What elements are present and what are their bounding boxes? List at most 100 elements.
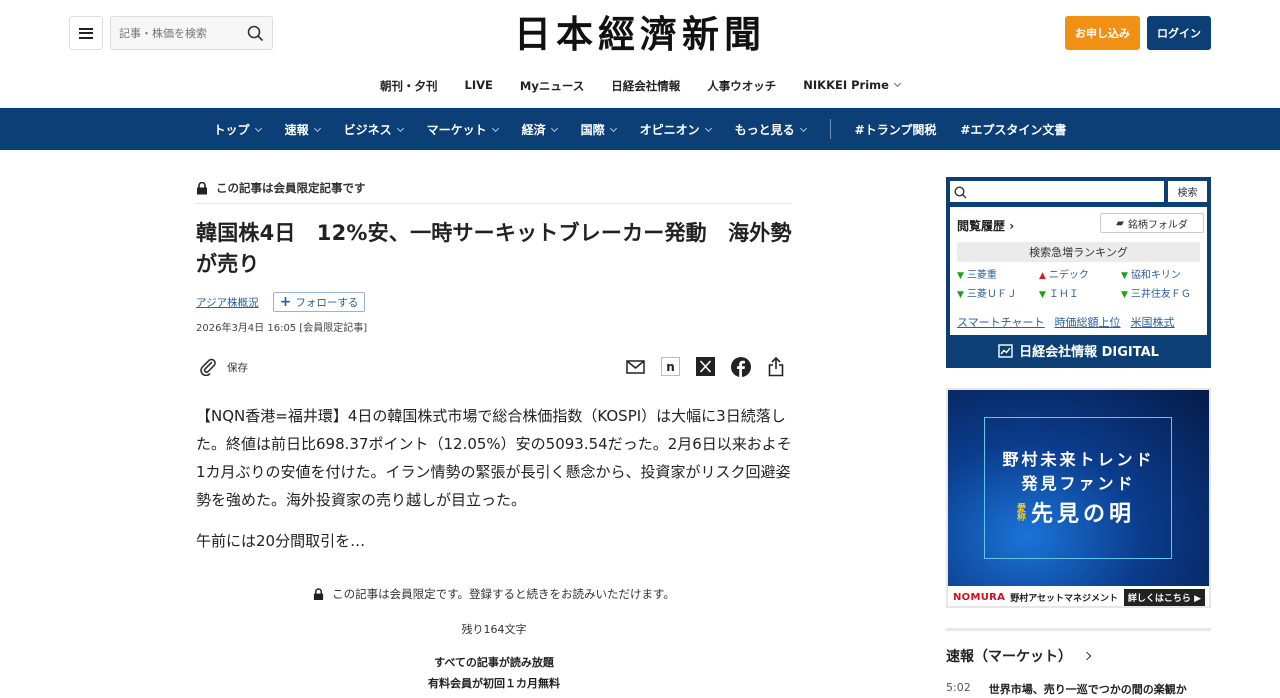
save-button[interactable]: 保存 <box>200 358 248 376</box>
nav-label: オピニオン <box>639 122 700 137</box>
ad-cta-button[interactable]: 詳しくはこちら ▶ <box>1123 588 1205 606</box>
ranking-item[interactable]: ▼ 協和キリン <box>1121 266 1200 281</box>
market-news-heading[interactable]: 速報（マーケット） <box>946 646 1092 666</box>
subnav-item-company-info[interactable]: 日経会社情報 <box>611 78 680 94</box>
nav-label: トップ <box>213 122 250 137</box>
nav-item-more[interactable]: もっと見る <box>734 121 807 138</box>
nav-label: マーケット <box>426 122 487 137</box>
news-time: 5:02 <box>946 681 971 694</box>
paywall-notice: この記事は会員限定です。登録すると続きをお読みいただけます。 <box>196 586 792 602</box>
folder-icon: ▰ <box>1116 217 1124 229</box>
ranking-item[interactable]: ▼ 三菱ＵＦＪ <box>957 285 1039 300</box>
advertisement-banner[interactable]: 野村未来トレンド 発見ファンド 愛称 先見の明 NOMURA 野村アセットマネジ… <box>946 388 1211 608</box>
login-button[interactable]: ログイン <box>1147 16 1211 50</box>
site-logo[interactable]: 日本經濟新聞 <box>490 12 790 56</box>
chevron-down-icon <box>704 124 712 132</box>
chevron-down-icon <box>491 124 499 132</box>
history-link[interactable]: 閲覧履歴 › <box>957 217 1014 234</box>
ad-company: 野村アセットマネジメント <box>1010 593 1119 604</box>
search-icon[interactable] <box>247 25 264 46</box>
topic-link[interactable]: アジア株概況 <box>196 295 259 310</box>
ranking-header: 検索急増ランキング <box>957 242 1200 262</box>
nav-label: 経済 <box>521 122 546 137</box>
chevron-right-icon <box>1082 651 1092 661</box>
nikkei-company-info-brand[interactable]: 日経会社情報 DIGITAL <box>946 341 1211 360</box>
ranking-item[interactable]: ▼ ＩＨＩ <box>1039 285 1121 300</box>
header-search <box>110 16 273 50</box>
search-icon <box>954 184 967 203</box>
stock-search-input[interactable] <box>972 181 1160 202</box>
ad-footer: NOMURA 野村アセットマネジメント 詳しくはこちら ▶ <box>948 586 1209 606</box>
site-header: 日本經濟新聞 お申し込み ログイン 朝刊・夕刊 LIVE Myニュース 日経会社… <box>0 0 1280 108</box>
chevron-down-icon <box>609 124 617 132</box>
nav-item-economy[interactable]: 経済 <box>521 121 558 138</box>
history-label: 閲覧履歴 <box>957 219 1006 233</box>
nav-item-international[interactable]: 国際 <box>581 121 617 138</box>
promo-line-1: すべての記事が読み放題 <box>434 656 554 669</box>
subnav-item-prime[interactable]: NIKKEI Prime <box>803 78 902 94</box>
main-navigation: トップ 速報 ビジネス マーケット 経済 国際 オピニオン もっと見る #トラン… <box>0 108 1280 150</box>
hamburger-menu-button[interactable] <box>69 16 103 50</box>
ranking-name: 三菱ＵＦＪ <box>966 289 1017 300</box>
promo-line-2: 有料会員が初回１カ月無料 <box>428 677 560 690</box>
chevron-down-icon <box>893 79 902 88</box>
ad-nickname-label: 愛称 <box>1015 503 1025 521</box>
nav-item-top[interactable]: トップ <box>213 121 262 138</box>
ranking-name: ＩＨＩ <box>1048 289 1079 300</box>
news-title: 世界市場、売り一巡でつかの間の楽観か <box>988 683 1187 696</box>
search-input[interactable] <box>111 17 239 49</box>
article-title: 韓国株4日 12%安、一時サーキットブレーカー発動 海外勢が売り <box>196 221 792 276</box>
article: この記事は会員限定記事です 韓国株4日 12%安、一時サーキットブレーカー発動 … <box>196 178 792 551</box>
ranking-item[interactable]: ▼ 三菱重 <box>957 266 1039 281</box>
nav-item-breaking[interactable]: 速報 <box>285 121 321 138</box>
sidebar-divider <box>946 628 1211 631</box>
remaining-chars: 残り164文字 <box>461 623 527 636</box>
news-item[interactable]: 5:02 世界市場、売り一巡でつかの間の楽観か <box>946 681 1211 697</box>
nav-label: もっと見る <box>734 122 795 137</box>
stock-folder-button[interactable]: ▰ 銘柄フォルダ <box>1100 213 1204 233</box>
note-icon[interactable]: n <box>660 356 681 377</box>
nav-hashtag-tariff[interactable]: #トランプ関税 <box>855 121 937 138</box>
widget-links: スマートチャート 時価総額上位 米国株式 <box>957 314 1175 330</box>
subnav-item-live[interactable]: LIVE <box>465 78 493 94</box>
lock-icon <box>314 587 324 600</box>
nav-item-market[interactable]: マーケット <box>426 121 499 138</box>
article-tools: 保存 n <box>196 356 792 380</box>
widget-panel: 閲覧履歴 › ▰ 銘柄フォルダ 検索急増ランキング ▼ 三菱重 ▲ ニデック ▼ 協和キ… <box>950 207 1207 335</box>
ranking-item[interactable]: ▲ ニデック <box>1039 266 1121 281</box>
ad-fund-name: 先見の明 <box>1031 502 1136 527</box>
mail-icon[interactable] <box>625 356 646 377</box>
chevron-right-icon: › <box>1009 219 1015 233</box>
ranking-name: ニデック <box>1048 270 1089 281</box>
nav-item-business[interactable]: ビジネス <box>344 121 404 138</box>
chevron-down-icon <box>799 124 807 132</box>
chevron-down-icon <box>550 124 558 132</box>
down-arrow-icon: ▼ <box>957 290 964 300</box>
down-arrow-icon: ▼ <box>1121 271 1128 281</box>
lock-icon <box>197 181 207 194</box>
us-stocks-link[interactable]: 米国株式 <box>1131 314 1175 330</box>
subnav-item-paper[interactable]: 朝刊・夕刊 <box>380 78 438 94</box>
share-icon[interactable] <box>765 356 786 377</box>
ad-cta-label: 詳しくはこちら <box>1127 593 1191 604</box>
subnav-item-jinji[interactable]: 人事ウオッチ <box>707 78 776 94</box>
ranking-item[interactable]: ▼ 三井住友ＦＧ <box>1121 285 1200 300</box>
smart-chart-link[interactable]: スマートチャート <box>957 314 1045 330</box>
nav-item-opinion[interactable]: オピニオン <box>639 121 712 138</box>
article-body: 【NQN香港=福井環】4日の韓国株式市場で総合株価指数（KOSPI）は大幅に3日… <box>196 407 792 509</box>
chevron-down-icon <box>313 124 321 132</box>
subnav-item-mynews[interactable]: Myニュース <box>520 78 584 94</box>
save-label: 保存 <box>227 361 248 374</box>
stock-search-button[interactable]: 検索 <box>1168 181 1207 202</box>
subscribe-button[interactable]: お申し込み <box>1065 16 1140 50</box>
members-only-notice: この記事は会員限定記事です <box>196 178 792 198</box>
facebook-icon[interactable] <box>730 356 751 377</box>
ranking-name: 三菱重 <box>966 270 997 281</box>
ranking-list: ▼ 三菱重 ▲ ニデック ▼ 協和キリン ▼ 三菱ＵＦＪ ▼ ＩＨＩ ▼ 三井住友ＦＧ <box>957 266 1200 300</box>
down-arrow-icon: ▼ <box>957 271 964 281</box>
x-icon[interactable] <box>695 356 716 377</box>
market-cap-link[interactable]: 時価総額上位 <box>1055 314 1121 330</box>
ad-headline-1: 野村未来トレンド <box>1002 450 1155 469</box>
nav-hashtag-epstein[interactable]: #エプスタイン文書 <box>960 121 1066 138</box>
follow-button[interactable]: + フォローする <box>272 292 366 312</box>
